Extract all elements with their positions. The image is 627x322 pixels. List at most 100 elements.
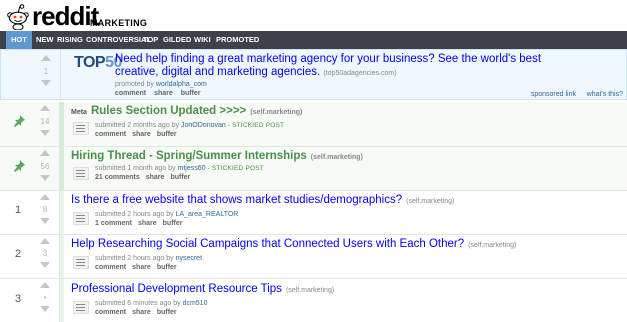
author-link[interactable]: dcm510: [183, 300, 208, 307]
whats-this-link[interactable]: what's this?: [587, 91, 623, 98]
downvote-arrow-icon[interactable]: [40, 175, 50, 181]
comment-button[interactable]: comment: [95, 264, 126, 271]
post-domain[interactable]: (self.marketing): [250, 109, 302, 116]
downvote-arrow-icon[interactable]: [40, 130, 50, 136]
self-post-icon[interactable]: [73, 212, 89, 225]
submitted-text: submitted 2 hours ago by: [95, 211, 174, 218]
post-actions: comment share buffer: [95, 264, 183, 271]
downvote-arrow-icon[interactable]: [40, 262, 50, 268]
self-post-icon[interactable]: [73, 256, 89, 269]
self-post-icon[interactable]: [73, 167, 89, 180]
downvote-arrow-icon[interactable]: [41, 80, 51, 86]
promoted-tagline: promoted by worldalpha_com: [115, 81, 207, 88]
post-title[interactable]: Help Researching Social Campaigns that C…: [71, 238, 516, 250]
post-rank: 2: [14, 248, 22, 260]
post-title[interactable]: Meta Rules Section Updated >>>> (self.mark…: [71, 105, 302, 117]
comment-button[interactable]: comment: [95, 131, 126, 138]
post-title-text: Professional Development Resource Tips: [71, 283, 282, 295]
share-button[interactable]: share: [146, 174, 165, 181]
score: •: [43, 293, 47, 302]
score: 1: [43, 67, 49, 76]
subreddit-name[interactable]: MARKETING: [90, 18, 147, 28]
post-title[interactable]: Is there a free website that shows marke…: [71, 194, 454, 206]
promoted-domain[interactable]: (top50adagencies.com): [323, 70, 396, 77]
share-button[interactable]: share: [132, 264, 151, 271]
post-tagline: submitted 1 month ago by mtjess60 - STIC…: [95, 165, 264, 172]
post-row: 3 • Professional Development Resource Ti…: [0, 279, 627, 322]
vote-column: 1: [32, 50, 61, 99]
post-title[interactable]: Professional Development Resource Tips (s…: [71, 283, 334, 295]
buffer-button[interactable]: buffer: [170, 174, 190, 181]
post-actions: 21 comments share buffer: [95, 174, 196, 181]
buffer-button[interactable]: buffer: [157, 264, 177, 271]
sticky-label: - STICKIED POST: [227, 122, 285, 129]
post-tagline: submitted 2 hours ago by LA_area_REALTOR: [95, 211, 238, 218]
comments-button[interactable]: 21 comments: [95, 174, 140, 181]
logo-wordmark: reddit: [32, 1, 99, 31]
post-tagline: submitted 2 hours ago by nysecret: [95, 255, 202, 262]
author-link[interactable]: nysecret: [176, 255, 202, 262]
post-row: 14 Meta Rules Section Updated >>>> (self.m…: [0, 102, 627, 147]
promoted-title[interactable]: Need help finding a great marketing agen…: [115, 53, 585, 80]
post-domain[interactable]: (self.marketing): [311, 154, 363, 161]
tab-promoted[interactable]: PROMOTED: [211, 31, 264, 49]
site-header: reddit MARKETING HOT NEW RISING CONTROVE…: [0, 0, 627, 49]
tab-hot[interactable]: HOT: [6, 31, 32, 49]
reddit-logo[interactable]: reddit: [6, 1, 99, 31]
reddit-alien-icon: [7, 4, 29, 30]
author-link[interactable]: LA_area_REALTOR: [176, 211, 239, 218]
self-post-icon[interactable]: [73, 122, 89, 135]
upvote-arrow-icon[interactable]: [40, 238, 50, 244]
post-domain[interactable]: (self.marketing): [406, 198, 454, 205]
vote-column: 8: [31, 191, 60, 234]
post-row: 56 Hiring Thread - Spring/Summer Interns…: [0, 147, 627, 191]
sticky-indicator: [60, 102, 64, 146]
sticky-label: - STICKIED POST: [207, 165, 264, 172]
comment-button[interactable]: comment: [95, 309, 126, 316]
post-title[interactable]: Hiring Thread - Spring/Summer Internship…: [71, 150, 363, 162]
buffer-button[interactable]: buffer: [157, 131, 177, 138]
downvote-arrow-icon[interactable]: [40, 306, 50, 312]
comments-button[interactable]: 1 comment: [95, 220, 132, 227]
buffer-button[interactable]: buffer: [181, 90, 201, 97]
row-strip: [60, 279, 64, 322]
score: 3: [42, 249, 48, 258]
comment-button[interactable]: comment: [115, 90, 146, 97]
promoted-post: 1 TOP50 Need help finding a great market…: [0, 49, 627, 100]
upvote-arrow-icon[interactable]: [40, 105, 50, 111]
downvote-arrow-icon[interactable]: [40, 218, 50, 224]
share-button[interactable]: share: [132, 131, 151, 138]
upvote-arrow-icon[interactable]: [40, 150, 50, 156]
self-post-icon[interactable]: [73, 301, 89, 314]
promoter-link[interactable]: worldalpha_com: [156, 81, 207, 88]
pin-icon: [14, 115, 25, 127]
upvote-arrow-icon[interactable]: [40, 282, 50, 288]
author-link[interactable]: JonODonovan: [181, 122, 226, 129]
post-domain[interactable]: (self.marketing): [286, 287, 334, 294]
share-button[interactable]: share: [138, 220, 157, 227]
sponsored-link[interactable]: sponsored link: [531, 91, 576, 98]
post-title-text: Is there a free website that shows marke…: [71, 194, 403, 206]
submitted-text: submitted 1 month ago by: [95, 165, 176, 172]
vote-column: 14: [31, 102, 60, 146]
vote-column: 56: [31, 147, 60, 190]
submitted-text: submitted 6 minutes ago by: [95, 300, 181, 307]
upvote-arrow-icon[interactable]: [40, 194, 50, 200]
author-link[interactable]: mtjess60: [178, 165, 206, 172]
share-button[interactable]: share: [154, 90, 173, 97]
buffer-button[interactable]: buffer: [157, 309, 177, 316]
sponsor-logo-text: TOP: [74, 54, 106, 71]
share-button[interactable]: share: [132, 309, 151, 316]
post-title-text: Hiring Thread - Spring/Summer Internship…: [71, 150, 307, 162]
buffer-button[interactable]: buffer: [163, 220, 183, 227]
submitted-text: submitted 2 hours ago by: [95, 255, 174, 262]
row-strip: [60, 235, 64, 278]
post-rank: 3: [14, 293, 22, 305]
post-title-text: Help Researching Social Campaigns that C…: [71, 238, 465, 250]
post-domain[interactable]: (self.marketing): [468, 242, 516, 249]
promoted-by-label: promoted by: [115, 81, 154, 88]
upvote-arrow-icon[interactable]: [41, 55, 51, 61]
promoted-actions: comment share buffer: [115, 90, 207, 97]
post-row: 2 3 Help Researching Social Campaigns th…: [0, 235, 627, 279]
post-row: 1 8 Is there a free website that shows m…: [0, 191, 627, 235]
